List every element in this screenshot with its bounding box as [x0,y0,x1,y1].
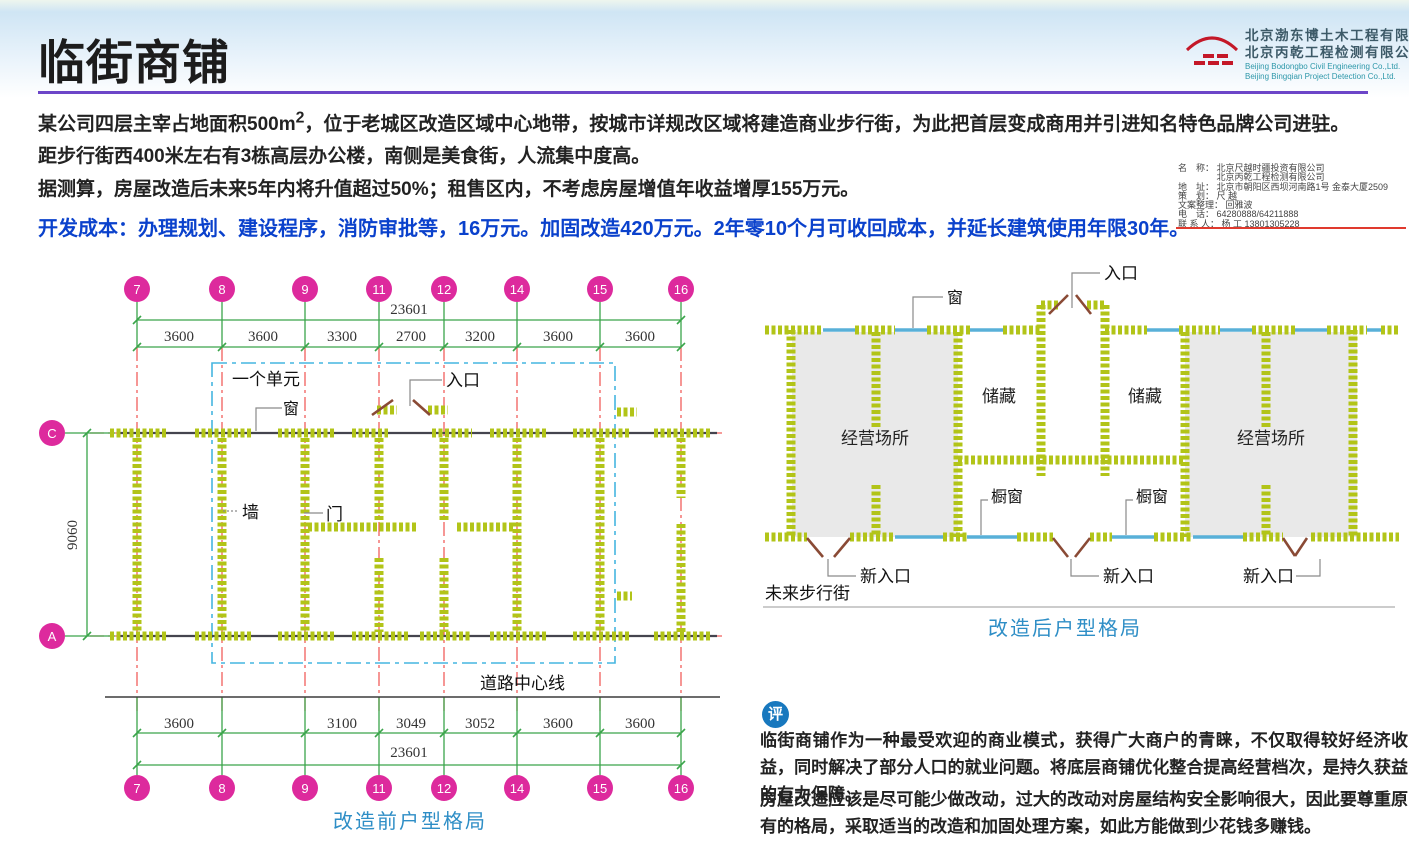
dim-total-top: 23601 [390,302,428,318]
development-cost-line: 开发成本：办理规划、建设程序，消防审批等，16万元。加固改造420万元。2年零1… [38,212,1189,241]
label-entrance: 入口 [1104,264,1138,283]
label-display-window-1: 橱窗 [991,488,1023,506]
grid-number: 14 [510,781,524,796]
label-display-window-2: 橱窗 [1136,488,1168,506]
floor-plan-before: 23601 3600 3600 3300 2700 3200 3600 3600… [20,258,730,847]
grid-number: 9 [301,781,308,796]
dim-value: 3600 [543,716,573,732]
label-storage-1: 储藏 [982,387,1016,406]
grid-number: 14 [510,282,524,297]
grid-bubbles-bottom: 7 8 9 11 12 14 15 16 [124,775,694,801]
dim-value: 3600 [164,329,194,345]
dim-value: 3100 [327,716,357,732]
company-logo-icon [1183,24,1241,79]
label-storage-2: 储藏 [1128,387,1162,406]
top-dimensions: 23601 3600 3600 3300 2700 3200 3600 3600 [133,302,685,351]
contact-block: 名 称： 北京尺越时疆投资有限公司 北京丙乾工程检测有限公司 地 址： 北京市朝… [1178,164,1388,229]
label-business-1: 经营场所 [841,429,909,448]
intro-line-1: 某公司四层主宰占地面积500m2，位于老城区改造区域中心地带，按城市详规改区域将… [38,109,1349,136]
row-label-c: C [47,426,56,441]
dim-value: 3052 [465,716,495,732]
dim-value: 3049 [396,716,426,732]
company-names-en: Beijing Bodongbo Civil Engineering Co.,L… [1245,62,1400,82]
grid-number: 7 [133,282,140,297]
new-entrance-pointer [828,559,856,576]
grid-number: 12 [437,781,451,796]
intro-line-1-text: 某公司四层主宰占地面积500m [38,114,296,135]
grid-number: 16 [674,781,688,796]
comment-paragraph-2: 房屋改造应该是尽可能少做改动，过大的改动对房屋结构安全影响很大，因此要尊重原有的… [760,786,1408,840]
intro-line-1-rest: ，位于老城区改造区域中心地带，按城市详规改区域将建造商业步行街，为此把首层变成商… [304,114,1349,135]
page-title: 临街商铺 [38,24,230,93]
label-business-2: 经营场所 [1237,429,1305,448]
grid-number: 8 [218,282,225,297]
dim-total-bottom: 23601 [390,745,428,761]
label-new-entrance-1: 新入口 [860,567,911,586]
dim-value: 2700 [396,329,426,345]
new-entrance-pointer [1296,559,1320,576]
company-name-1: 北京渤东博土木工程有限公司 [1245,27,1409,44]
window-pointer [256,408,282,431]
label-wall: 墙 [242,503,259,522]
dim-value: 3600 [248,329,278,345]
dim-value: 3600 [164,716,194,732]
display-window-pointer [1126,500,1133,535]
header-divider [38,91,1368,94]
caption-after: 改造后户型格局 [988,617,1142,640]
bottom-dimensions: 3600 3100 3049 3052 3600 3600 23601 [133,716,685,769]
grid-number: 12 [437,282,451,297]
label-new-entrance-2: 新入口 [1103,567,1154,586]
contact-underline [1176,227,1406,229]
display-window-pointer [981,500,988,535]
label-new-entrance-3: 新入口 [1243,567,1294,586]
dim-value: 3600 [625,329,655,345]
company-name-en-2: Beijing Bingqian Project Detection Co.,L… [1245,72,1400,82]
label-window: 窗 [283,400,299,418]
label-road-center: 道路中心线 [480,674,565,693]
grid-number: 9 [301,282,308,297]
label-unit: 一个单元 [232,370,300,389]
dim-value: 3300 [327,329,357,345]
label-window: 窗 [947,289,963,307]
row-label-a: A [48,629,57,644]
label-door: 门 [326,505,343,524]
dim-value: 3600 [543,329,573,345]
grid-number: 7 [133,781,140,796]
grid-bubbles-top: 7 8 9 11 12 14 15 16 [124,276,694,302]
intro-line-3: 据测算，房屋改造后未来5年内将升值超过50%；租售区内，不考虑房屋增值年收益增厚… [38,174,859,201]
intro-line-2: 距步行街西400米左右有3栋高层办公楼，南侧是美食街，人流集中度高。 [38,141,650,168]
grid-lines-green [65,302,681,775]
dim-value: 3600 [625,716,655,732]
comment-badge: 评 [762,701,789,728]
row-bubbles: C A 9060 [39,420,91,649]
grid-number: 11 [372,781,386,796]
page: 临街商铺 北京渤东博土木工程有限公司 北京丙乾工程检测有限公司 Beijing … [0,0,1409,847]
new-entrance-pointer [1071,559,1099,576]
grid-number: 16 [674,282,688,297]
grid-number: 11 [372,282,386,297]
company-name-2: 北京丙乾工程检测有限公司 [1245,44,1409,61]
caption-before: 改造前户型格局 [333,810,487,833]
company-names-cn: 北京渤东博土木工程有限公司 北京丙乾工程检测有限公司 [1245,27,1409,61]
dim-height: 9060 [65,520,81,550]
grid-number: 15 [593,781,607,796]
dim-value: 3200 [465,329,495,345]
entrance-bump [1041,295,1105,460]
bottom-wall [765,537,1399,557]
window-pointer [913,297,943,328]
company-name-en-1: Beijing Bodongbo Civil Engineering Co.,L… [1245,62,1400,72]
label-future-street: 未来步行街 [765,584,850,603]
grid-number: 15 [593,282,607,297]
floor-plan-after: 入口 窗 储藏 储藏 经营场所 经营场所 [755,250,1409,647]
label-entrance: 入口 [446,371,480,390]
grid-number: 8 [218,781,225,796]
